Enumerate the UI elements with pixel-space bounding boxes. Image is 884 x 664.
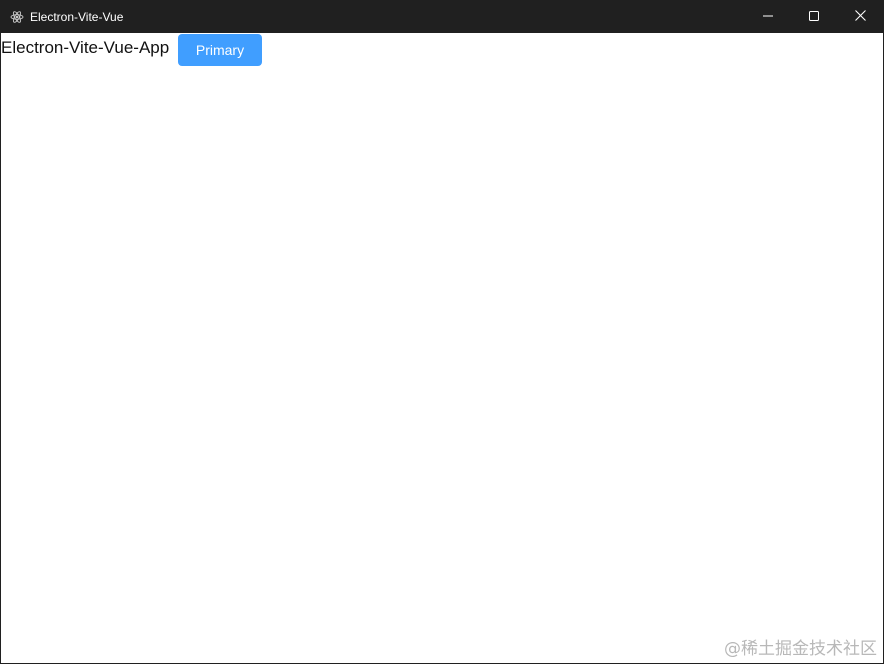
minimize-icon <box>763 8 773 26</box>
maximize-button[interactable] <box>791 1 837 33</box>
primary-button[interactable]: Primary <box>178 34 262 66</box>
minimize-button[interactable] <box>745 1 791 33</box>
window-controls <box>745 1 883 33</box>
app-content: Electron-Vite-Vue-App Primary @稀土掘金技术社区 <box>1 33 883 663</box>
close-icon <box>854 8 866 26</box>
watermark: @稀土掘金技术社区 <box>724 639 877 659</box>
maximize-icon <box>809 8 819 26</box>
window-title: Electron-Vite-Vue <box>30 10 124 24</box>
app-heading: Electron-Vite-Vue-App <box>1 38 170 57</box>
title-bar[interactable]: Electron-Vite-Vue <box>1 1 883 33</box>
electron-icon <box>10 10 24 24</box>
app-window: Electron-Vite-Vue Electron-Vite-Vue-App … <box>0 0 884 664</box>
close-button[interactable] <box>837 1 883 33</box>
